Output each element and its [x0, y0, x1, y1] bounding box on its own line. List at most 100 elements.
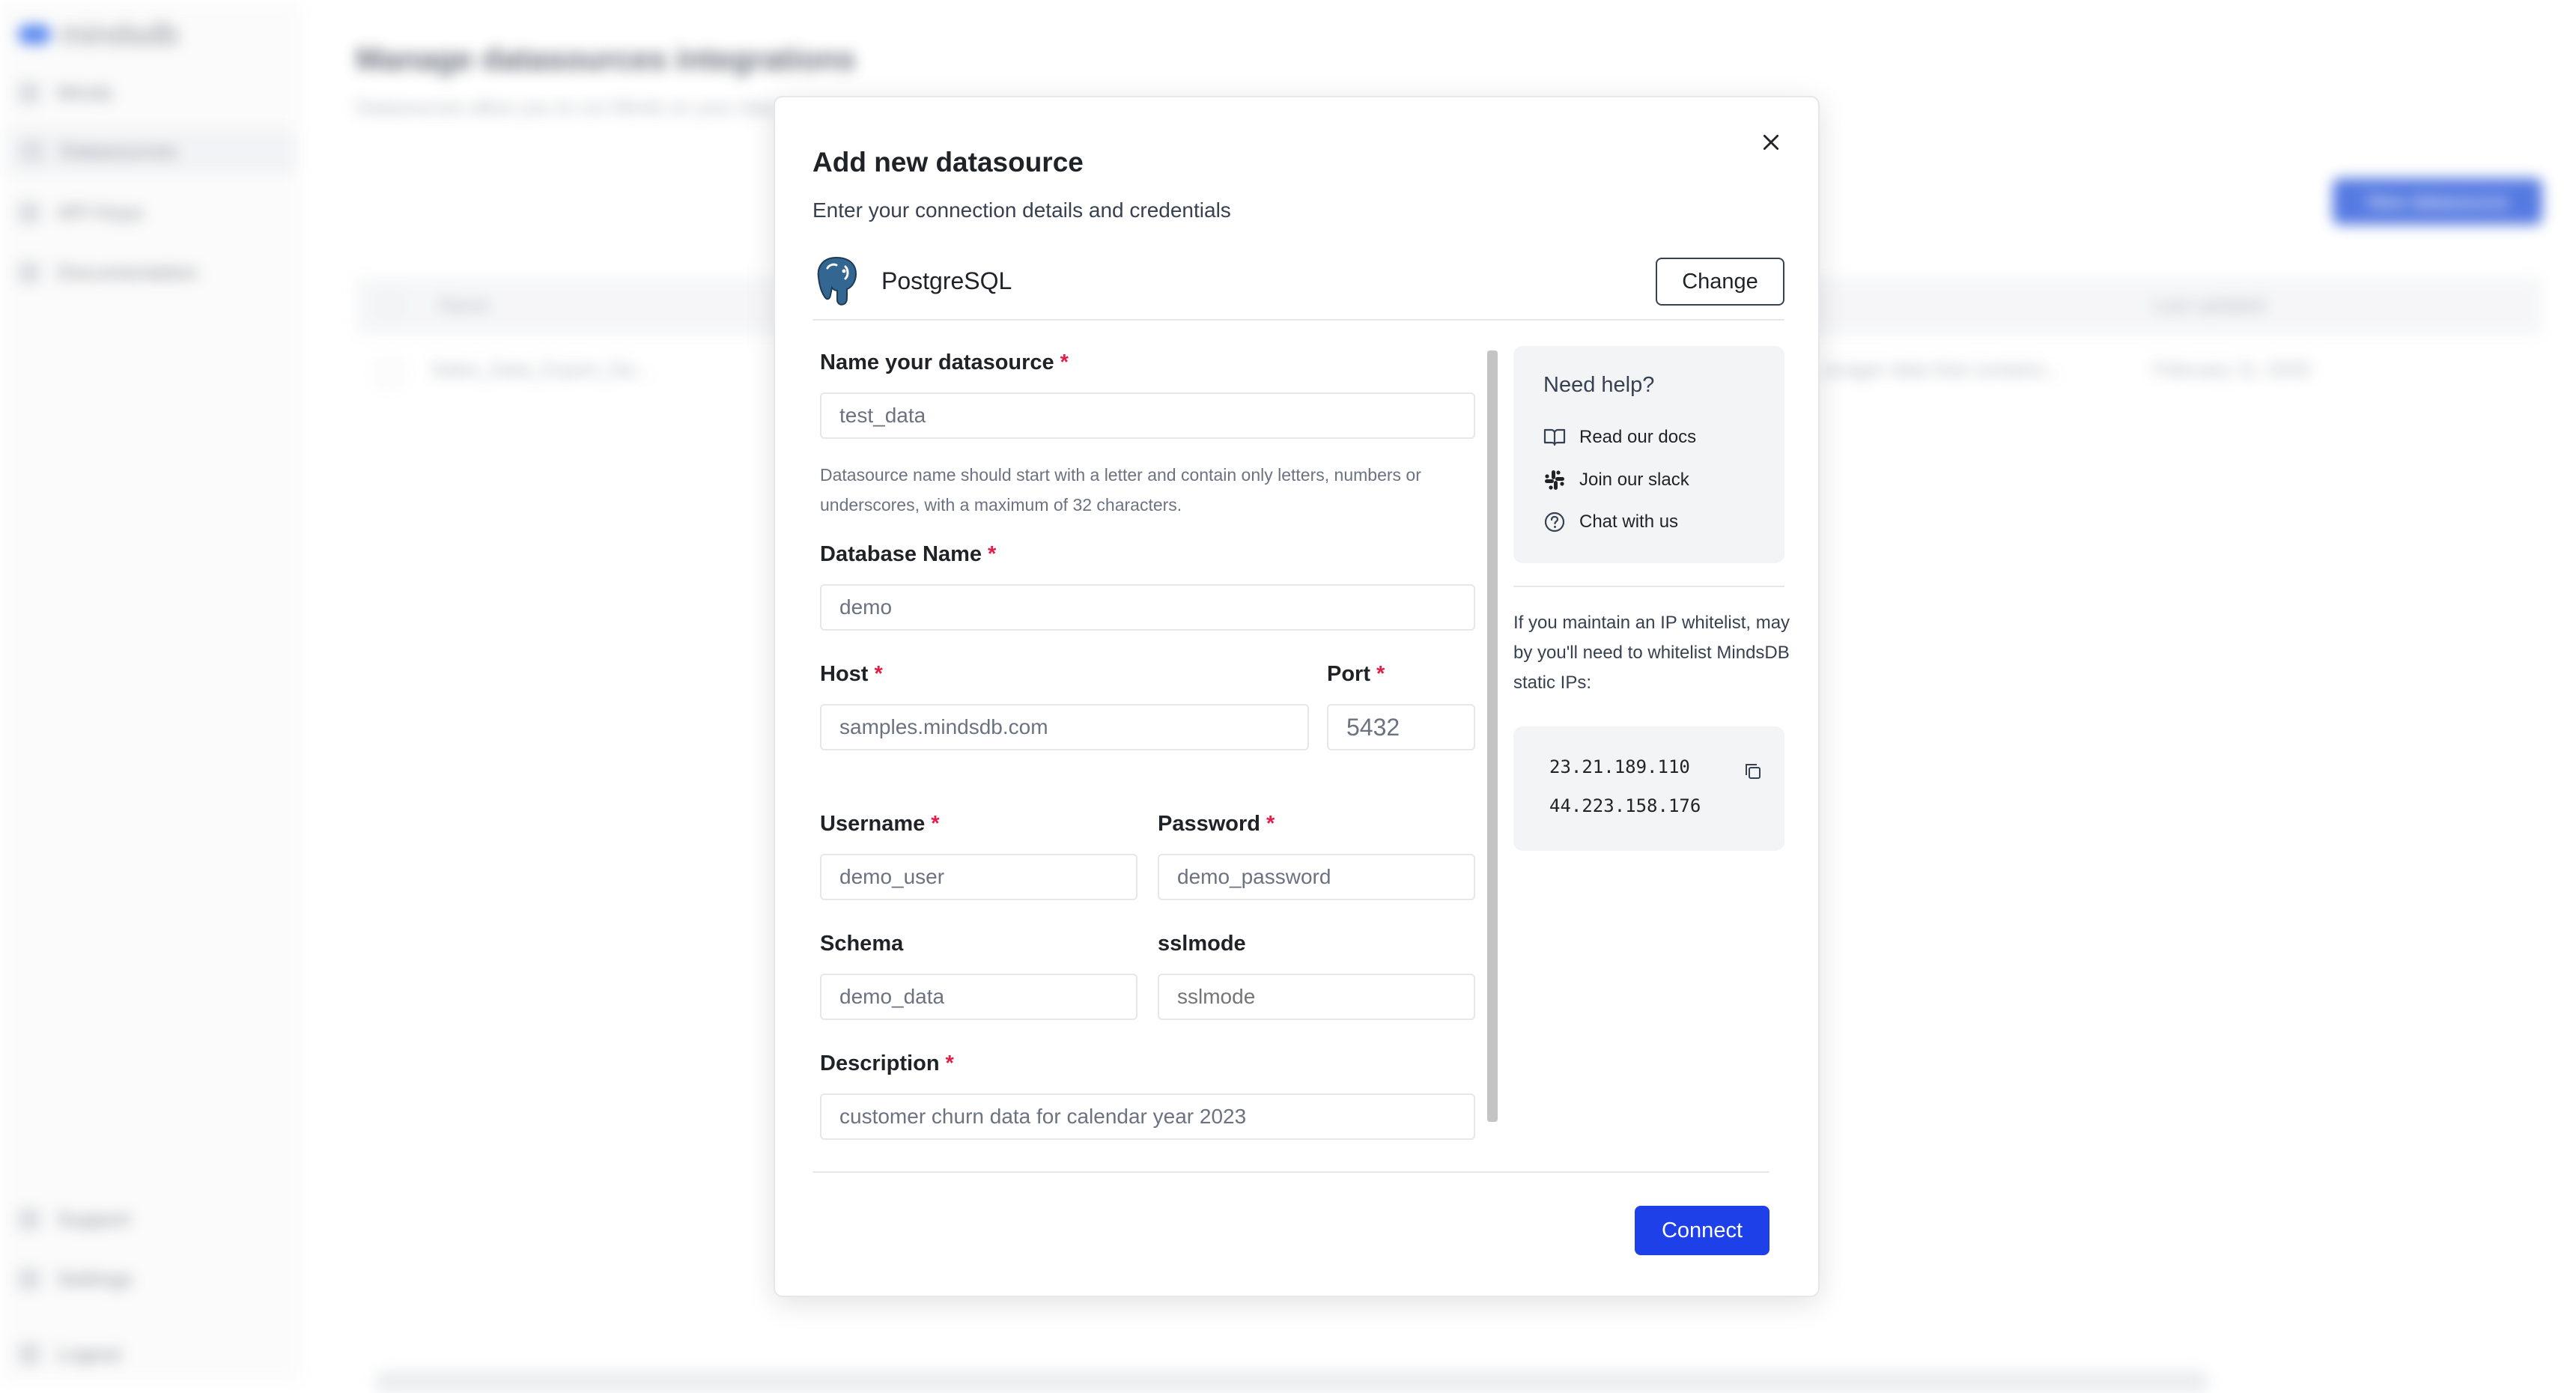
- sidebar-item-label: Minds: [57, 81, 113, 104]
- join-slack-link[interactable]: Join our slack: [1543, 469, 1689, 491]
- slack-icon: [1545, 470, 1564, 490]
- select-all-checkbox[interactable]: [378, 294, 402, 318]
- help-panel: Need help? Read our docs Join our slack …: [1513, 346, 1784, 563]
- username-label: Username *: [820, 812, 940, 837]
- change-provider-button[interactable]: Change: [1656, 258, 1784, 306]
- sidebar-item-label: Datasources: [60, 139, 178, 163]
- sidebar-item-support[interactable]: Support: [18, 1207, 130, 1231]
- database-name-input[interactable]: [820, 584, 1475, 631]
- schema-label: Schema: [820, 932, 904, 956]
- copy-icon: [1746, 764, 1761, 779]
- sidebar-item-logout[interactable]: Logout: [18, 1342, 121, 1366]
- key-icon: [18, 201, 40, 224]
- ip-whitelist-note: If you maintain an IP whitelist, may by …: [1513, 613, 1790, 693]
- label-text: Database Name: [820, 542, 982, 566]
- modal-subtitle: Enter your connection details and creden…: [812, 198, 1231, 222]
- database-icon: [21, 140, 43, 163]
- sidebar-item-label: Documentation: [57, 261, 198, 284]
- sidebar-item-api-keys[interactable]: API Keys: [18, 201, 143, 225]
- required-asterisk: *: [1060, 350, 1069, 374]
- username-input[interactable]: [820, 854, 1137, 900]
- host-input[interactable]: [820, 704, 1309, 750]
- form-scrollbar-thumb[interactable]: [1487, 350, 1498, 1122]
- add-datasource-modal: Add new datasource Enter your connection…: [774, 96, 1820, 1297]
- sidebar-item-label: Logout: [57, 1342, 121, 1365]
- schema-input[interactable]: [820, 974, 1137, 1020]
- selected-provider: PostgreSQL: [812, 255, 1012, 307]
- description-input[interactable]: [820, 1093, 1475, 1140]
- chat-with-us-link[interactable]: Chat with us: [1543, 511, 1678, 533]
- static-ip: 44.223.158.176: [1549, 795, 1701, 816]
- link-label: Chat with us: [1579, 512, 1679, 532]
- modal-title: Add new datasource: [812, 147, 1084, 177]
- link-label: Read our docs: [1579, 427, 1697, 447]
- port-label: Port *: [1327, 662, 1385, 687]
- datasource-name-helper: Datasource name should start with a lett…: [820, 465, 1421, 515]
- password-input[interactable]: [1158, 854, 1475, 900]
- sidebar: mindsdb Minds Datasources API Keys Docum…: [0, 0, 300, 1383]
- label-text: Description: [820, 1051, 940, 1075]
- password-label: Password *: [1158, 812, 1275, 837]
- static-ip: 23.21.189.110: [1549, 756, 1690, 777]
- required-asterisk: *: [988, 542, 997, 566]
- sidebar-item-minds[interactable]: Minds: [18, 81, 113, 105]
- column-header-name[interactable]: Name: [438, 294, 490, 317]
- sidebar-item-settings[interactable]: Settings: [18, 1267, 133, 1291]
- label-text: Name your datasource: [820, 350, 1054, 374]
- sslmode-input[interactable]: [1158, 974, 1475, 1020]
- required-asterisk: *: [931, 812, 940, 836]
- column-header-last-updated[interactable]: Last updated: [2153, 294, 2265, 317]
- horizontal-scrollbar: [374, 1371, 2209, 1393]
- help-title: Need help?: [1543, 373, 1655, 397]
- sidebar-item-label: API Keys: [57, 201, 144, 224]
- question-circle-icon: [1544, 512, 1565, 532]
- divider: [812, 319, 1784, 321]
- copy-ips-button[interactable]: [1738, 756, 1768, 786]
- provider-name: PostgreSQL: [881, 267, 1012, 294]
- sidebar-item-datasources[interactable]: Datasources: [7, 129, 297, 174]
- book-icon: [1543, 428, 1566, 446]
- document-icon: [18, 261, 40, 284]
- label-text: Port: [1327, 662, 1370, 686]
- sslmode-label: sslmode: [1158, 932, 1246, 956]
- brand-logo: mindsdb: [18, 16, 179, 52]
- label-text: Host: [820, 662, 869, 686]
- brain-icon: [18, 82, 40, 104]
- host-label: Host *: [820, 662, 883, 687]
- logout-icon: [18, 1343, 40, 1365]
- close-button[interactable]: [1749, 120, 1793, 165]
- read-docs-link[interactable]: Read our docs: [1543, 427, 1696, 448]
- page-title: Manage datasources integrations: [356, 41, 856, 76]
- database-name-label: Database Name *: [820, 542, 996, 567]
- row-name: Sales_Data_Export_Da...: [431, 358, 651, 380]
- row-checkbox[interactable]: [378, 361, 402, 385]
- required-asterisk: *: [1266, 812, 1275, 836]
- required-asterisk: *: [874, 662, 883, 686]
- support-icon: [18, 1208, 40, 1230]
- datasource-name-input[interactable]: [820, 392, 1475, 439]
- brand-name: mindsdb: [60, 16, 179, 52]
- gear-icon: [18, 1268, 40, 1290]
- sidebar-item-label: Support: [57, 1207, 131, 1230]
- link-label: Join our slack: [1579, 470, 1689, 490]
- divider: [812, 1171, 1770, 1173]
- divider: [1513, 586, 1784, 587]
- description-label: Description *: [820, 1051, 954, 1076]
- sidebar-item-documentation[interactable]: Documentation: [18, 261, 198, 285]
- label-text: Username: [820, 812, 926, 836]
- new-datasource-button[interactable]: New datasource: [2333, 178, 2542, 225]
- page-subtitle: Datasources allow you to run Minds on yo…: [356, 96, 778, 118]
- connect-button[interactable]: Connect: [1635, 1206, 1770, 1255]
- row-date: February 11, 2025: [2153, 358, 2311, 380]
- port-input[interactable]: [1327, 704, 1475, 750]
- required-asterisk: *: [1376, 662, 1385, 686]
- datasource-name-label: Name your datasource *: [820, 350, 1069, 375]
- static-ip-box: 23.21.189.110 44.223.158.176: [1513, 726, 1784, 851]
- close-icon: [1763, 134, 1779, 151]
- sidebar-item-label: Settings: [57, 1267, 133, 1290]
- row-description: ...anager data that contains...: [1808, 358, 2061, 380]
- postgresql-elephant-icon: [817, 256, 857, 306]
- required-asterisk: *: [945, 1051, 954, 1075]
- label-text: Password: [1158, 812, 1260, 836]
- mindsdb-logo-icon: [18, 25, 51, 44]
